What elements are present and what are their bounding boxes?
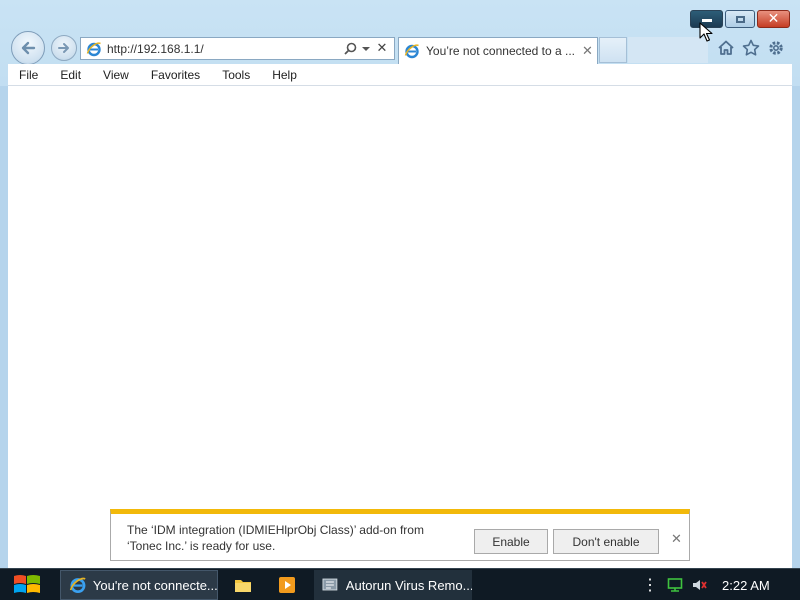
back-arrow-icon: [21, 41, 36, 55]
menu-help[interactable]: Help: [261, 68, 308, 82]
menu-tools[interactable]: Tools: [211, 68, 261, 82]
notification-line-2: ‘Tonec Inc.’ is ready for use.: [127, 539, 276, 553]
back-button[interactable]: [11, 31, 45, 65]
forward-button[interactable]: [51, 35, 77, 61]
stop-icon[interactable]: ✕: [374, 40, 390, 58]
menu-edit[interactable]: Edit: [49, 68, 92, 82]
windows-logo-icon: [14, 575, 40, 593]
maximize-icon: [735, 15, 745, 23]
media-player-icon: [279, 577, 295, 593]
taskbar-ie-label: You're not connecte...: [92, 577, 217, 593]
url-input[interactable]: [107, 41, 342, 56]
star-icon[interactable]: [741, 38, 761, 58]
taskbar-media-button[interactable]: [272, 570, 302, 600]
start-button[interactable]: [10, 571, 44, 599]
close-icon: ✕: [767, 11, 780, 27]
menu-bar: File Edit View Favorites Tools Help: [8, 64, 792, 86]
enable-button[interactable]: Enable: [474, 529, 548, 554]
tab-strip: [628, 37, 708, 63]
home-icon[interactable]: [716, 38, 736, 58]
mouse-cursor-icon: [699, 22, 713, 42]
addon-notification-bar: The ‘IDM integration (IDMIEHlprObj Class…: [110, 509, 690, 561]
autorun-app-icon: [322, 578, 338, 591]
menu-view[interactable]: View: [92, 68, 140, 82]
ie-taskbar-icon: [69, 577, 86, 594]
taskbar-explorer-button[interactable]: [228, 570, 258, 600]
maximize-button[interactable]: [725, 10, 755, 28]
tab-active[interactable]: You’re not connected to a ... ✕: [398, 37, 598, 64]
taskbar-ie-button[interactable]: You're not connecte...: [60, 570, 218, 600]
window-border-left: [0, 86, 8, 568]
toolbar-icons: [716, 38, 786, 58]
forward-arrow-icon: [58, 43, 69, 53]
network-icon[interactable]: [665, 570, 685, 600]
gear-icon[interactable]: [766, 38, 786, 58]
address-bar: ✕: [80, 37, 395, 60]
menu-favorites[interactable]: Favorites: [140, 68, 211, 82]
folder-icon: [235, 579, 251, 592]
taskbar: You're not connecte... Autorun Virus Rem…: [0, 568, 800, 600]
tab-close-icon[interactable]: ✕: [582, 44, 593, 59]
taskbar-autorun-button[interactable]: Autorun Virus Remo...: [314, 570, 472, 600]
search-icon[interactable]: [342, 40, 358, 58]
window-border-right: [792, 86, 800, 568]
notification-close-icon[interactable]: ✕: [671, 532, 682, 547]
chevron-down-icon[interactable]: [358, 40, 374, 58]
page-content[interactable]: [8, 86, 792, 568]
menu-file[interactable]: File: [8, 68, 49, 82]
ie-page-icon: [86, 41, 101, 56]
dont-enable-button[interactable]: Don't enable: [553, 529, 659, 554]
tab-title: You’re not connected to a ...: [426, 44, 575, 58]
notification-line-1: The ‘IDM integration (IDMIEHlprObj Class…: [127, 523, 424, 537]
close-window-button[interactable]: ✕: [757, 10, 790, 28]
taskbar-autorun-label: Autorun Virus Remo...: [345, 577, 472, 593]
taskbar-clock[interactable]: 2:22 AM: [722, 570, 770, 600]
volume-muted-icon[interactable]: [689, 570, 709, 600]
new-tab-button[interactable]: [599, 37, 627, 63]
browser-window: ✕ ✕ You’re not connected: [0, 0, 800, 568]
tray-overflow-icon[interactable]: ⋮: [642, 570, 658, 600]
notification-message: The ‘IDM integration (IDMIEHlprObj Class…: [127, 522, 457, 554]
ie-tab-icon: [404, 44, 419, 59]
